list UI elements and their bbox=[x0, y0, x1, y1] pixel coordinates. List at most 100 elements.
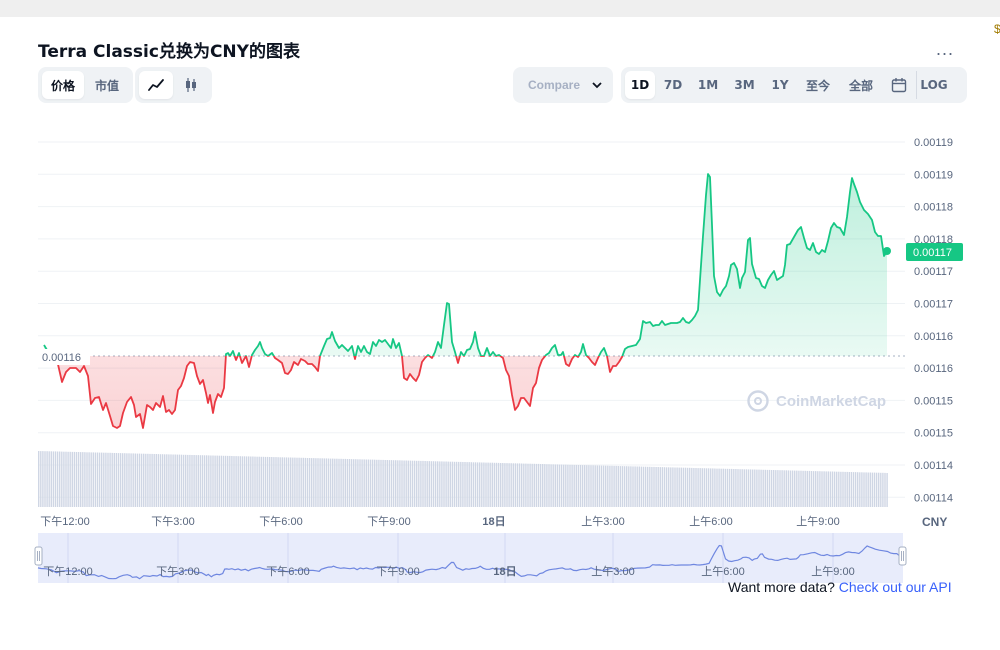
volume-bar bbox=[789, 470, 792, 507]
volume-bar bbox=[342, 458, 344, 507]
volume-bar bbox=[640, 466, 643, 507]
navigator-handle-right[interactable] bbox=[898, 546, 907, 566]
volume-bar bbox=[441, 461, 443, 507]
volume-bar bbox=[136, 453, 139, 507]
volume-bar bbox=[659, 467, 661, 507]
volume-bar bbox=[766, 469, 769, 507]
volume-bar bbox=[134, 453, 136, 507]
volume-bar bbox=[193, 455, 195, 507]
volume-bar bbox=[201, 455, 204, 507]
volume-bar bbox=[848, 472, 850, 507]
volume-bar bbox=[430, 461, 433, 507]
range-navigator[interactable]: 下午12:00 下午3:00 下午6:00 下午9:00 18日 上午3:00 上午6:00… bbox=[34, 533, 907, 583]
volume-bar bbox=[132, 453, 134, 507]
volume-bar bbox=[617, 466, 619, 507]
volume-bar bbox=[770, 470, 773, 507]
api-link[interactable]: Check out our API bbox=[839, 579, 952, 595]
volume-bar bbox=[810, 471, 813, 507]
volume-bar bbox=[615, 465, 617, 507]
volume-bar bbox=[329, 458, 332, 507]
volume-bar bbox=[327, 458, 330, 507]
volume-bar bbox=[714, 468, 716, 507]
volume-bar bbox=[269, 457, 271, 507]
volume-bar bbox=[395, 460, 397, 507]
volume-bar bbox=[80, 452, 82, 507]
volume-bar bbox=[107, 452, 109, 507]
volume-bar bbox=[500, 463, 502, 507]
volume-bar bbox=[733, 469, 735, 507]
volume-bar bbox=[336, 458, 338, 507]
volume-bar bbox=[50, 451, 52, 507]
volume-bar bbox=[554, 464, 556, 507]
volume-bar bbox=[546, 464, 548, 507]
volume-bar bbox=[619, 466, 622, 507]
volume-bar bbox=[376, 459, 378, 507]
volume-bar bbox=[447, 461, 449, 507]
volume-bar bbox=[424, 461, 426, 507]
volume-bar bbox=[252, 456, 254, 507]
volume-bar bbox=[504, 463, 506, 507]
volume-bar bbox=[103, 452, 105, 507]
volume-bar bbox=[718, 468, 720, 507]
volume-bar bbox=[552, 464, 554, 507]
volume-bar bbox=[227, 455, 229, 507]
volume-bar bbox=[390, 460, 393, 507]
volume-bar bbox=[346, 459, 349, 507]
volume-bar bbox=[405, 460, 407, 507]
volume-bar bbox=[365, 459, 367, 507]
volume-bar bbox=[653, 466, 655, 507]
volume-bar bbox=[859, 472, 861, 507]
volume-bar bbox=[185, 454, 187, 507]
volume-bar bbox=[260, 456, 262, 507]
volume-bar bbox=[693, 468, 695, 507]
volume-bar bbox=[122, 453, 124, 507]
volume-bar bbox=[628, 466, 630, 507]
volume-bar bbox=[101, 452, 103, 507]
navigator-handle-left[interactable] bbox=[34, 546, 43, 566]
volume-bar bbox=[684, 467, 687, 507]
watermark: CoinMarketCap bbox=[747, 390, 886, 412]
volume-bar bbox=[214, 455, 216, 507]
volume-bar bbox=[233, 456, 235, 507]
volume-bar bbox=[164, 454, 166, 507]
footer: Want more data? Check out our API bbox=[728, 579, 952, 595]
volume-bar bbox=[823, 471, 825, 507]
volume-bar bbox=[206, 455, 208, 507]
volume-bar bbox=[313, 458, 315, 507]
volume-bar bbox=[124, 453, 126, 507]
volume-bar bbox=[44, 451, 46, 507]
volume-bar bbox=[353, 459, 355, 507]
volume-bar bbox=[189, 454, 191, 507]
volume-bar bbox=[697, 468, 699, 507]
volume-bar bbox=[577, 465, 580, 507]
currency-label: CNY bbox=[922, 515, 947, 529]
volume-bar bbox=[840, 471, 842, 507]
volume-bar bbox=[323, 458, 325, 507]
volume-bar bbox=[512, 463, 514, 507]
volume-bar bbox=[861, 472, 863, 507]
volume-bar bbox=[308, 458, 311, 507]
volume-bar bbox=[676, 467, 678, 507]
volume-bar bbox=[819, 471, 821, 507]
volume-bar bbox=[48, 451, 50, 507]
volume-bar bbox=[613, 465, 615, 507]
volume-bar bbox=[701, 468, 703, 507]
volume-bar bbox=[130, 453, 132, 507]
volume-bar bbox=[703, 468, 706, 507]
volume-bar bbox=[212, 455, 214, 507]
navigator-tick-label: 下午9:00 bbox=[376, 565, 419, 578]
volume-bar bbox=[119, 453, 122, 507]
volume-bar bbox=[170, 454, 172, 507]
volume-bar bbox=[808, 470, 811, 507]
volume-bar bbox=[416, 460, 418, 507]
volume-bar bbox=[542, 464, 544, 507]
navigator-tick-label: 上午3:00 bbox=[591, 565, 634, 578]
volume-bar bbox=[172, 454, 174, 507]
volume-bar bbox=[59, 451, 61, 507]
volume-bar bbox=[665, 467, 668, 507]
volume-bar bbox=[760, 469, 762, 507]
volume-bar bbox=[384, 460, 386, 507]
volume-bar bbox=[94, 452, 97, 507]
volume-bar bbox=[420, 460, 422, 507]
volume-bar bbox=[378, 459, 380, 507]
